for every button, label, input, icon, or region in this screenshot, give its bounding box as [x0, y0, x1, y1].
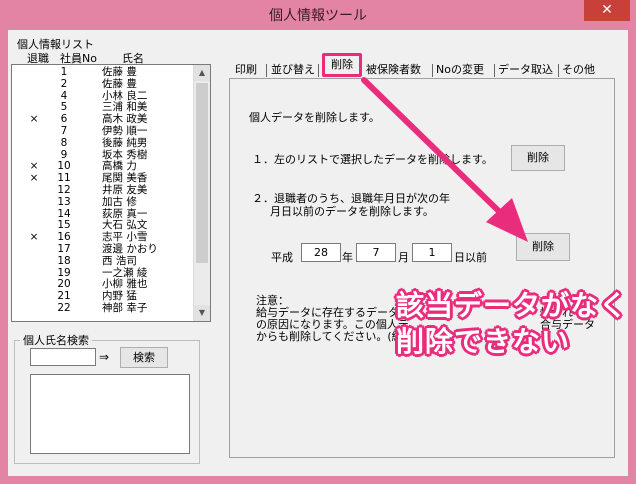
app-window: 個人情報ツール ✕ 個人情報リスト 退職 社員No 氏名 1 佐藤 豊 2 佐藤 豊4…	[0, 0, 636, 484]
annotation-line1: 該当データがなく	[396, 289, 629, 322]
annotation-arrow-icon	[361, 77, 528, 242]
annotation-line2: 削除できない	[396, 325, 571, 358]
